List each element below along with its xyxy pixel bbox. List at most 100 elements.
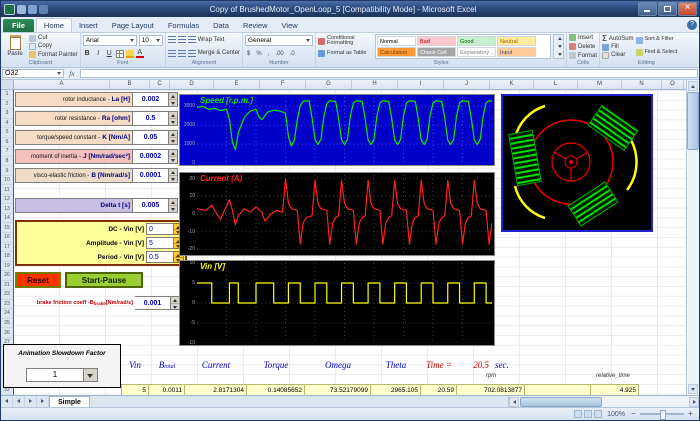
row-header-3[interactable]: 3 [1, 109, 13, 119]
vin-dc-value[interactable]: 0 [146, 223, 174, 235]
spinner-down-icon[interactable] [169, 206, 177, 212]
row-header-21[interactable]: 21 [1, 281, 13, 291]
dropdown-icon[interactable] [83, 368, 97, 381]
column-header-G[interactable]: G [306, 80, 352, 89]
param-value[interactable]: 0.005 [133, 198, 169, 213]
column-header-L[interactable]: L [534, 80, 578, 89]
tab-review[interactable]: Review [236, 19, 275, 32]
row-header-15[interactable]: 15 [1, 223, 13, 233]
format-painter-button[interactable]: Format Painter [29, 51, 78, 59]
vin-period-value[interactable]: 0.5 [146, 251, 174, 263]
page-layout-view-icon[interactable] [584, 410, 593, 418]
cell-style-normal[interactable]: Normal [377, 36, 417, 46]
number-format-select[interactable]: General [245, 35, 314, 46]
spinner-down-icon[interactable] [169, 119, 177, 125]
fill-color-icon[interactable] [125, 49, 134, 58]
next-sheet-icon[interactable] [25, 396, 37, 407]
spinner-up-icon[interactable] [169, 199, 177, 206]
clear-button[interactable]: Clear [602, 51, 634, 59]
spinner-up-icon[interactable] [169, 150, 177, 157]
tab-data[interactable]: Data [206, 19, 236, 32]
italic-button[interactable]: I [94, 50, 103, 57]
animation-slowdown-select[interactable]: 1 [26, 367, 98, 382]
spinner-up-icon[interactable] [169, 169, 177, 176]
align-top-icon[interactable] [167, 36, 176, 44]
column-header-K[interactable]: K [490, 80, 534, 89]
spinner-down-icon[interactable] [171, 303, 179, 309]
spinner-down-icon[interactable] [169, 157, 177, 163]
align-right-icon[interactable] [187, 49, 196, 57]
bold-button[interactable]: B [83, 50, 92, 57]
zoom-slider-thumb[interactable] [660, 410, 666, 420]
brake-value[interactable]: 0.001 [135, 296, 171, 310]
param-value[interactable]: 0.0001 [133, 168, 169, 183]
font-name-select[interactable]: Arial [82, 34, 137, 46]
row-header-6[interactable]: 6 [1, 138, 13, 148]
row-header-20[interactable]: 20 [1, 271, 13, 281]
conditional-formatting-button[interactable]: Conditional Formatting [318, 35, 373, 48]
tab-view[interactable]: View [275, 19, 305, 32]
column-header-O[interactable]: O [662, 80, 684, 89]
column-header-I[interactable]: I [398, 80, 444, 89]
result-empty[interactable] [525, 384, 591, 395]
decrease-decimal-button[interactable]: .0 [288, 50, 297, 58]
row-header-19[interactable]: 19 [1, 262, 13, 272]
delete-cells-button[interactable]: Delete [569, 43, 597, 50]
zoom-level[interactable]: 100% [607, 411, 625, 418]
tab-file[interactable]: File [3, 19, 34, 32]
cell-style-good[interactable]: Good [457, 36, 497, 46]
row-header-7[interactable]: 7 [1, 147, 13, 157]
result-time[interactable]: 20.59 [421, 384, 457, 395]
increase-decimal-button[interactable]: .00 [273, 50, 285, 58]
scroll-left-icon[interactable] [509, 396, 519, 407]
param-value[interactable]: 0.0002 [133, 149, 169, 164]
scroll-up-icon[interactable] [688, 81, 698, 91]
comma-button[interactable]: , [266, 50, 272, 58]
align-left-icon[interactable] [167, 49, 176, 57]
format-cells-button[interactable]: Format [569, 52, 597, 59]
row-header-12[interactable]: 12 [1, 195, 13, 205]
align-middle-icon[interactable] [177, 36, 186, 44]
spinner-k[interactable] [169, 130, 178, 145]
cell-style-explanatory-[interactable]: Explanatory ... [457, 47, 497, 57]
borders-icon[interactable] [115, 49, 124, 58]
tab-home[interactable]: Home [35, 18, 72, 32]
row-header-26[interactable]: 26 [1, 328, 13, 338]
speed-chart[interactable]: Speed [r.p.m.] 3000 2000 1000 0 [179, 94, 495, 166]
param-value[interactable]: 0.5 [133, 111, 169, 126]
redo-icon[interactable] [39, 4, 48, 14]
spinner-dt[interactable] [169, 198, 178, 213]
align-center-icon[interactable] [177, 49, 186, 57]
result-current[interactable]: 2.8171304 [185, 384, 247, 395]
find-select-button[interactable]: Find & Select [635, 49, 691, 57]
result-rpm[interactable]: 702.0813877 [457, 384, 525, 395]
select-all-corner[interactable] [1, 80, 14, 89]
sort-filter-button[interactable]: Sort & Filter [635, 37, 691, 44]
spinner-up-icon[interactable] [169, 131, 177, 138]
spinner-down-icon[interactable] [169, 138, 177, 144]
autosum-button[interactable]: Σ AutoSum [602, 34, 634, 43]
merge-center-button[interactable]: Merge & Center [198, 50, 240, 56]
param-value[interactable]: 0.05 [133, 130, 169, 145]
column-header-A[interactable]: A [14, 80, 110, 89]
start-pause-button[interactable]: Start-Pause [65, 272, 143, 288]
spinner-ra[interactable] [169, 111, 178, 126]
vin-amplitude-value[interactable]: 5 [146, 237, 174, 249]
row-header-16[interactable]: 16 [1, 233, 13, 243]
vertical-scrollbar[interactable] [686, 80, 699, 395]
row-header-24[interactable]: 24 [1, 309, 13, 319]
spinner-up-icon[interactable] [169, 93, 177, 100]
result-omega[interactable]: 73.52179099 [305, 384, 371, 395]
format-as-table-button[interactable]: Format as Table [318, 50, 373, 58]
column-header-E[interactable]: E [214, 80, 260, 89]
horizontal-scroll-thumb[interactable] [520, 396, 602, 407]
cell-style-bad[interactable]: Bad [417, 36, 457, 46]
font-size-select[interactable]: 10 [138, 34, 163, 46]
formula-input[interactable] [80, 69, 698, 78]
percent-button[interactable]: % [254, 50, 263, 58]
current-chart[interactable]: Current (A) 20 10 0 -10 -20 [179, 172, 495, 256]
wrap-text-button[interactable]: Wrap Text [198, 37, 225, 43]
result-torque[interactable]: 0.14085652 [247, 384, 305, 395]
copy-button[interactable]: Copy [29, 42, 78, 50]
result-vin[interactable]: 5 [121, 384, 149, 395]
